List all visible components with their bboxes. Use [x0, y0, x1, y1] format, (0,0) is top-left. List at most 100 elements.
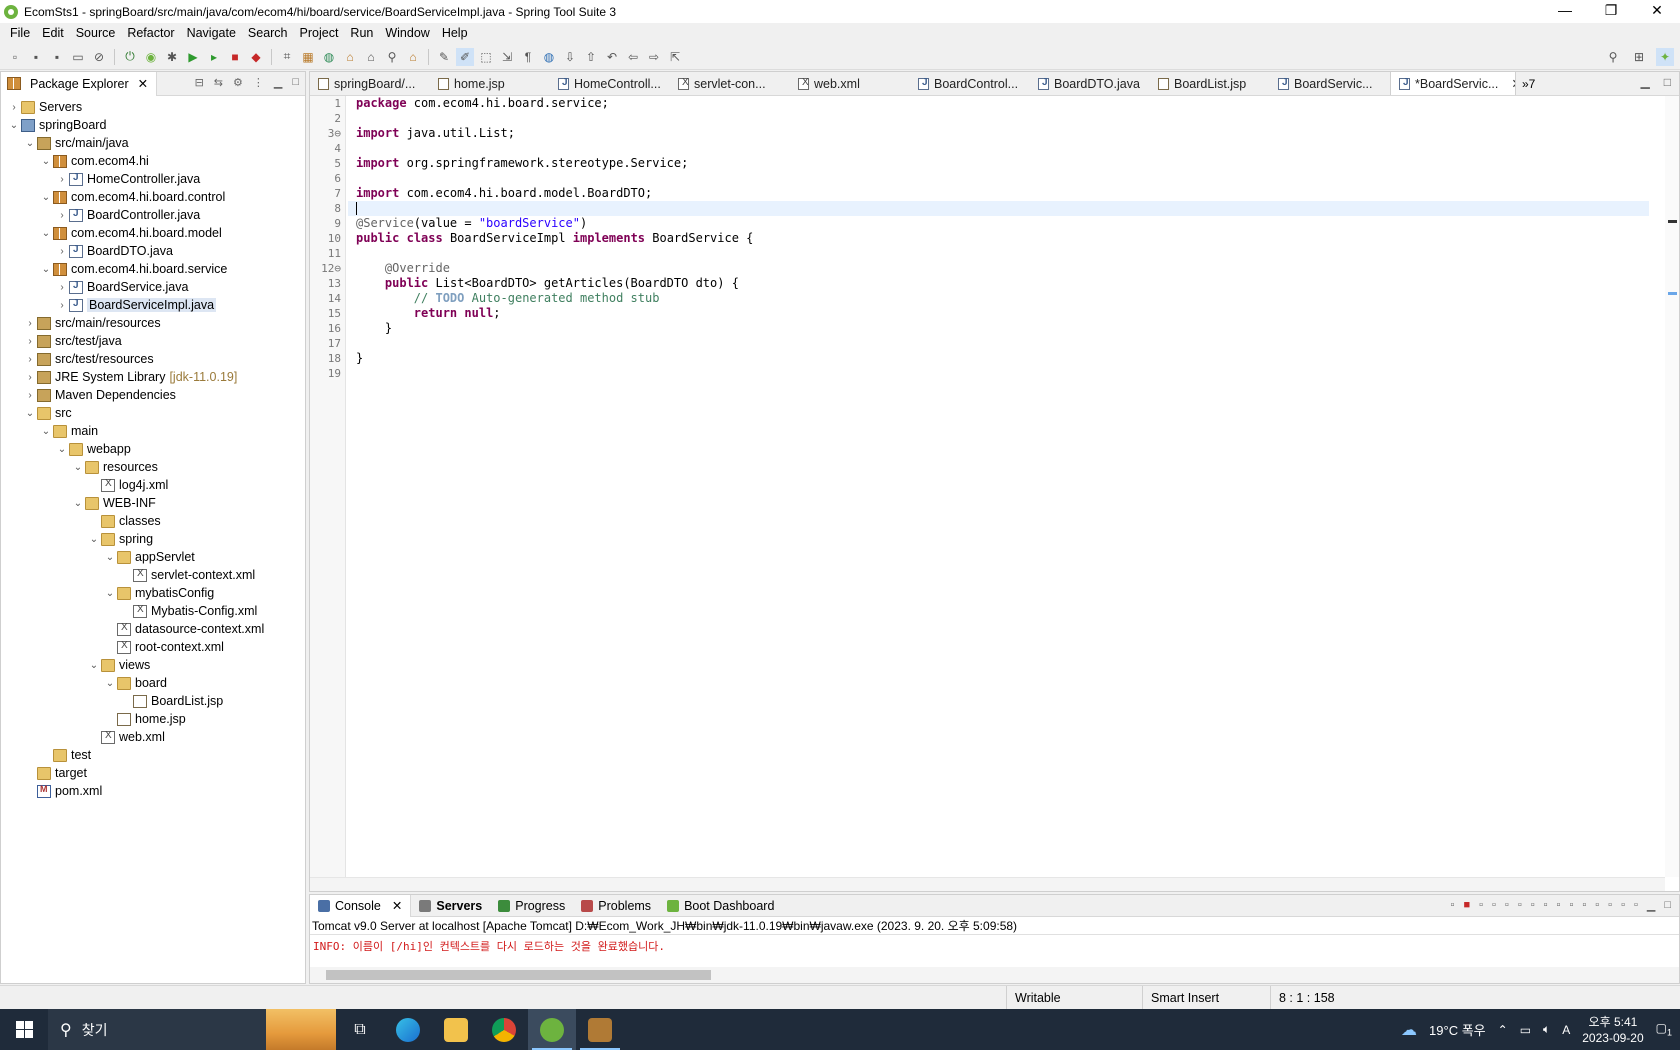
close-button[interactable]: ✕ [1634, 0, 1680, 23]
chevron-up-icon[interactable]: ⌃ [1498, 1023, 1508, 1037]
code-line[interactable]: import org.springframework.stereotype.Se… [348, 156, 1649, 171]
vertical-scrollbar[interactable] [1665, 96, 1679, 877]
last-edit-icon[interactable]: ↶ [603, 48, 621, 66]
code-line[interactable] [348, 171, 1649, 186]
editor-tab[interactable]: web.xml [790, 72, 910, 95]
tree-item[interactable]: ⌄ views [1, 656, 305, 674]
back-icon[interactable]: ⇦ [624, 48, 642, 66]
globe-icon[interactable]: ◍ [540, 48, 558, 66]
menu-project[interactable]: Project [294, 26, 345, 40]
tree-item[interactable]: ⌄ resources [1, 458, 305, 476]
terminate-icon[interactable]: ■ [1463, 899, 1470, 912]
code-area[interactable]: 1 2 3⊖ 4 5 6 7 8 9 10 11 12⊖ 13 14 15 16 17 18 19 package … [310, 96, 1679, 891]
chevron-down-icon[interactable]: ⌄ [39, 264, 53, 275]
console-tab-problems[interactable]: Problems [573, 895, 659, 917]
ime-indicator[interactable]: A [1562, 1023, 1570, 1037]
editor-tab[interactable]: home.jsp [430, 72, 550, 95]
block-selection-icon[interactable]: ⬚ [477, 48, 495, 66]
tree-item[interactable]: ⌄ main [1, 422, 305, 440]
open-type-icon[interactable]: ⌂ [341, 48, 359, 66]
tab-package-explorer[interactable]: Package Explorer ✕ [1, 71, 158, 96]
editor-tab[interactable]: BoardControl... [910, 72, 1030, 95]
code-text[interactable]: package com.ecom4.hi.board.service; impor… [348, 96, 1649, 381]
tree-item[interactable]: ⌄ src [1, 404, 305, 422]
code-line[interactable]: @Override [348, 261, 1649, 276]
tree-item[interactable]: ⌄ appServlet [1, 548, 305, 566]
speaker-icon[interactable]: 🔈︎ [1543, 1022, 1550, 1037]
skip-breakpoints-icon[interactable]: ⊘ [90, 48, 108, 66]
tree-item[interactable]: classes [1, 512, 305, 530]
console-horizontal-scrollbar[interactable] [310, 967, 1679, 983]
tree-item[interactable]: › BoardDTO.java [1, 242, 305, 260]
tree-item[interactable]: ⌄ spring [1, 530, 305, 548]
menu-window[interactable]: Window [379, 26, 435, 40]
word-wrap-icon[interactable]: ▫ [1531, 899, 1535, 912]
chevron-right-icon[interactable]: › [7, 102, 21, 113]
tree-item[interactable]: › src/main/resources [1, 314, 305, 332]
chevron-right-icon[interactable]: › [55, 282, 69, 293]
chevron-right-icon[interactable]: › [23, 318, 37, 329]
chevron-down-icon[interactable]: ⌄ [71, 498, 85, 509]
maximize-icon[interactable]: □ [1664, 899, 1671, 912]
weather-text[interactable]: 19°C 폭우 [1429, 1020, 1486, 1039]
code-line[interactable] [348, 336, 1649, 351]
chevron-down-icon[interactable]: ⌄ [87, 660, 101, 671]
pin-editor-icon[interactable]: ⇱ [666, 48, 684, 66]
minimize-icon[interactable]: ▁ [1641, 75, 1650, 89]
settings-icon[interactable]: ▫ [1634, 899, 1638, 912]
new-package-icon[interactable]: ▦ [299, 48, 317, 66]
chevron-down-icon[interactable]: ⌄ [39, 156, 53, 167]
clear-console-icon[interactable]: ▫ [1505, 899, 1509, 912]
tree-item[interactable]: servlet-context.xml [1, 566, 305, 584]
search-icon[interactable]: ⚲ [383, 48, 401, 66]
code-line[interactable]: public List<BoardDTO> getArticles(BoardD… [348, 276, 1649, 291]
chevron-down-icon[interactable]: ⌄ [39, 192, 53, 203]
previous-annotation-icon[interactable]: ⇧ [582, 48, 600, 66]
print-icon[interactable]: ▭ [69, 48, 87, 66]
chevron-down-icon[interactable]: ⌄ [103, 588, 117, 599]
edge-button[interactable] [384, 1009, 432, 1050]
tree-item[interactable]: ⌄ mybatisConfig [1, 584, 305, 602]
chevron-down-icon[interactable]: ⌄ [55, 444, 69, 455]
code-line[interactable]: // TODO Auto-generated method stub [348, 291, 1649, 306]
chevron-down-icon[interactable]: ⌄ [39, 426, 53, 437]
console-tab-progress[interactable]: Progress [490, 895, 573, 917]
open-console-icon[interactable]: ▫ [1595, 899, 1599, 912]
file-explorer-button[interactable] [432, 1009, 480, 1050]
code-line[interactable]: } [348, 351, 1649, 366]
show-on-error-icon[interactable]: ▫ [1557, 899, 1561, 912]
next-annotation-icon[interactable]: ⇩ [561, 48, 579, 66]
forward-icon[interactable]: ⇨ [645, 48, 663, 66]
editor-tab[interactable]: *BoardServic...✕ [1390, 72, 1516, 95]
spring-perspective-icon[interactable]: ✦ [1656, 48, 1674, 66]
open-task-icon[interactable]: ⌂ [362, 48, 380, 66]
disconnect-icon[interactable]: ◆ [247, 48, 265, 66]
remove-launch-icon[interactable]: ▫ [1451, 899, 1455, 912]
menu-file[interactable]: File [4, 26, 36, 40]
tree-item[interactable]: root-context.xml [1, 638, 305, 656]
minimize-button[interactable]: — [1542, 0, 1588, 23]
chevron-down-icon[interactable]: ⌄ [23, 408, 37, 419]
scroll-lock-icon[interactable]: ▫ [1518, 899, 1522, 912]
minimize-icon[interactable]: ▁ [274, 76, 282, 89]
link-editor-icon[interactable]: ⇆ [214, 76, 223, 89]
view-menu-icon[interactable]: ⋮ [253, 76, 264, 89]
save-icon[interactable]: ▪ [27, 48, 45, 66]
clock[interactable]: 오후 5:41 2023-09-20 [1582, 1014, 1643, 1046]
chevron-right-icon[interactable]: › [23, 336, 37, 347]
editor-tab[interactable]: springBoard/... [310, 72, 430, 95]
tree-item[interactable]: › src/test/java [1, 332, 305, 350]
tree-item[interactable]: pom.xml [1, 782, 305, 800]
filter-icon[interactable]: ⚙ [233, 76, 243, 89]
tree-item[interactable]: › BoardServiceImpl.java [1, 296, 305, 314]
tree-item[interactable]: › BoardController.java [1, 206, 305, 224]
code-line[interactable] [348, 246, 1649, 261]
tree-item[interactable]: datasource-context.xml [1, 620, 305, 638]
tree-item[interactable]: web.xml [1, 728, 305, 746]
pin-console-icon[interactable]: ▫ [1569, 899, 1573, 912]
menu-navigate[interactable]: Navigate [181, 26, 242, 40]
code-line[interactable]: package com.ecom4.hi.board.service; [348, 96, 1649, 111]
display-console-icon[interactable]: ▫ [1582, 899, 1586, 912]
tree-item[interactable]: log4j.xml [1, 476, 305, 494]
tree-item[interactable]: ⌄ com.ecom4.hi.board.model [1, 224, 305, 242]
